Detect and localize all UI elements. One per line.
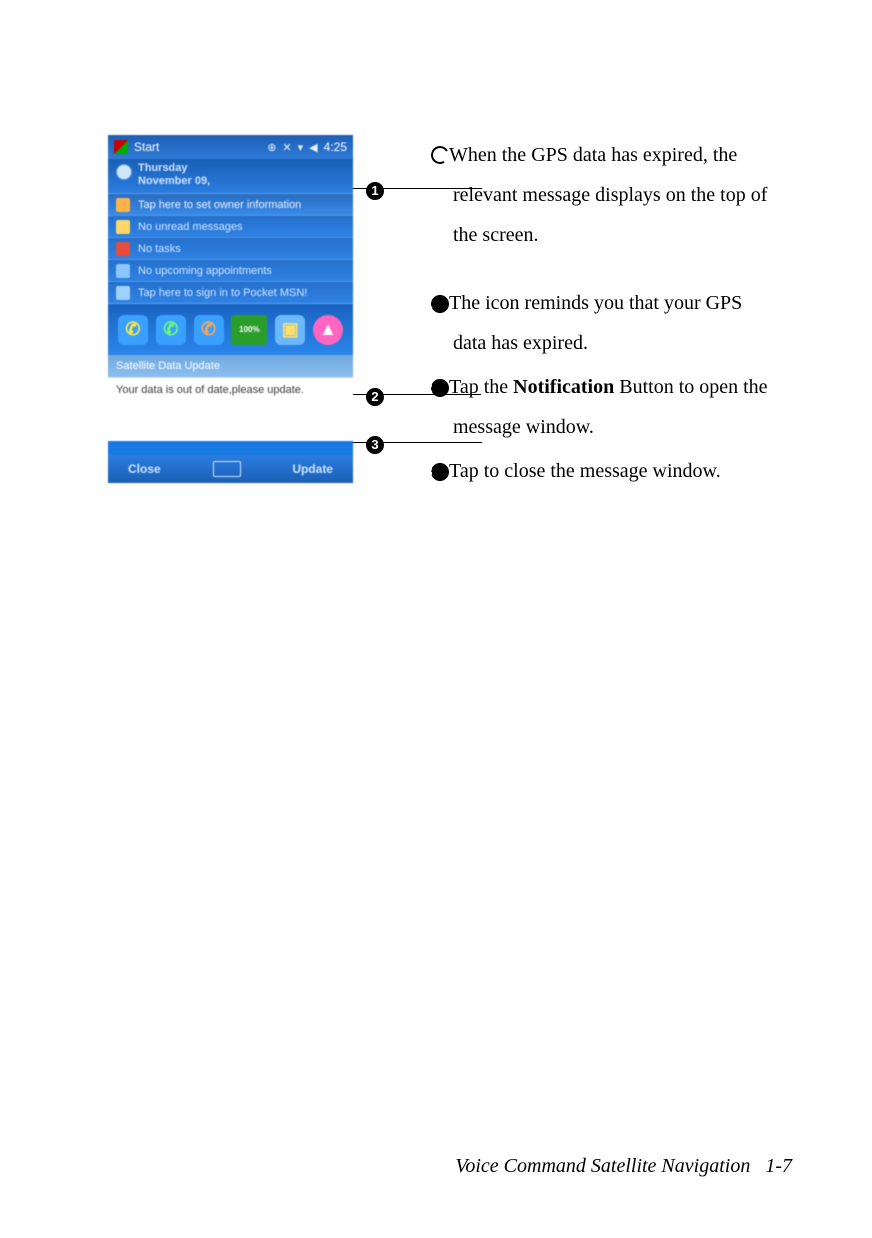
today-weekday: Thursday <box>116 162 345 175</box>
quick-launch-row: ✆ ✆ ✆ 100% ▣ ▲ <box>108 303 353 355</box>
messages-icon <box>116 220 130 234</box>
start-label[interactable]: Start <box>134 140 159 154</box>
circled-3-icon: 3 <box>431 463 449 481</box>
point-3: 3Tap to close the message window. <box>431 451 768 491</box>
explanation-column: When the GPS data has expired, the relev… <box>431 135 768 495</box>
callout-marker-3: 3 <box>366 433 384 456</box>
page-footer: Voice Command Satellite Navigation 1-7 <box>455 1155 792 1178</box>
point-2: 2Tap the Notification Button to open the… <box>431 367 768 447</box>
point-1-text: The icon reminds you that your GPS data … <box>449 292 742 354</box>
messages-label: No unread messages <box>138 221 243 233</box>
clock-icon <box>116 164 132 180</box>
intro-text: When the GPS data has expired, the relev… <box>449 144 767 246</box>
owner-info-row[interactable]: Tap here to set owner information <box>108 193 353 215</box>
content-area: 1 2 3 Start ⊕ ✕ ▾ ◀ 4:25 <box>108 135 768 495</box>
appointments-label: No upcoming appointments <box>138 265 272 277</box>
appointments-row[interactable]: No upcoming appointments <box>108 259 353 281</box>
soft-key-bar: Close Update <box>108 455 353 483</box>
taskbar[interactable]: Start ⊕ ✕ ▾ ◀ 4:25 <box>108 135 353 159</box>
intro-paragraph: When the GPS data has expired, the relev… <box>431 135 768 255</box>
tasks-row[interactable]: No tasks <box>108 237 353 259</box>
close-button[interactable]: Close <box>128 462 161 476</box>
phone-green-icon[interactable]: ✆ <box>156 315 186 345</box>
point-1: 1The icon reminds you that your GPS data… <box>431 283 768 363</box>
notification-title: Satellite Data Update <box>116 360 220 372</box>
battery-indicator[interactable]: 100% <box>231 315 267 345</box>
signal-off-icon[interactable]: ✕ <box>282 141 291 154</box>
pocket-msn-row[interactable]: Tap here to sign in to Pocket MSN! <box>108 281 353 303</box>
file-explorer-icon[interactable]: ▣ <box>275 315 305 345</box>
footer-page-number: 1-7 <box>765 1155 792 1177</box>
manual-page: 1 2 3 Start ⊕ ✕ ▾ ◀ 4:25 <box>0 0 872 1238</box>
calendar-icon <box>116 264 130 278</box>
point-2-bold: Notification <box>513 376 614 398</box>
notification-title-bar[interactable]: Satellite Data Update <box>108 355 353 377</box>
speaker-icon[interactable]: ◀ <box>309 141 317 154</box>
msn-icon <box>116 286 130 300</box>
notification-message: Your data is out of date,please update. <box>116 384 304 396</box>
messages-row[interactable]: No unread messages <box>108 215 353 237</box>
notification-body: Your data is out of date,please update. <box>108 377 353 441</box>
callout-marker-1: 1 <box>366 179 384 202</box>
phone-orange-icon[interactable]: ✆ <box>194 315 224 345</box>
tasks-icon <box>116 242 130 256</box>
circled-1-icon: 1 <box>366 182 384 200</box>
antenna-icon[interactable]: ▾ <box>298 141 304 154</box>
callout-marker-2: 2 <box>366 385 384 408</box>
clock-time[interactable]: 4:25 <box>324 140 347 154</box>
point-3-text: Tap to close the message window. <box>449 460 721 482</box>
device-screenshot: Start ⊕ ✕ ▾ ◀ 4:25 Thursday November 09, <box>108 135 353 483</box>
circled-1-icon: 1 <box>431 295 449 313</box>
circled-3-icon: 3 <box>366 436 384 454</box>
up-arrow-icon[interactable]: ▲ <box>313 315 343 345</box>
today-date: November 09, <box>116 175 345 188</box>
reset-symbol-icon <box>429 144 451 166</box>
circled-2-icon: 2 <box>366 388 384 406</box>
footer-title: Voice Command Satellite Navigation <box>455 1155 750 1177</box>
phone-alert-icon[interactable]: ✆ <box>118 315 148 345</box>
update-button[interactable]: Update <box>292 462 333 476</box>
today-date-row[interactable]: Thursday November 09, <box>108 159 353 193</box>
connectivity-icon[interactable]: ⊕ <box>267 141 276 154</box>
owner-info-label: Tap here to set owner information <box>138 199 301 211</box>
tasks-label: No tasks <box>138 243 181 255</box>
two-column-layout: 1 2 3 Start ⊕ ✕ ▾ ◀ 4:25 <box>108 135 768 495</box>
owner-icon <box>116 198 130 212</box>
screenshot-column: 1 2 3 Start ⊕ ✕ ▾ ◀ 4:25 <box>108 135 413 495</box>
windows-flag-icon <box>114 140 128 154</box>
keyboard-icon[interactable] <box>213 461 241 477</box>
pocket-msn-label: Tap here to sign in to Pocket MSN! <box>138 287 307 299</box>
